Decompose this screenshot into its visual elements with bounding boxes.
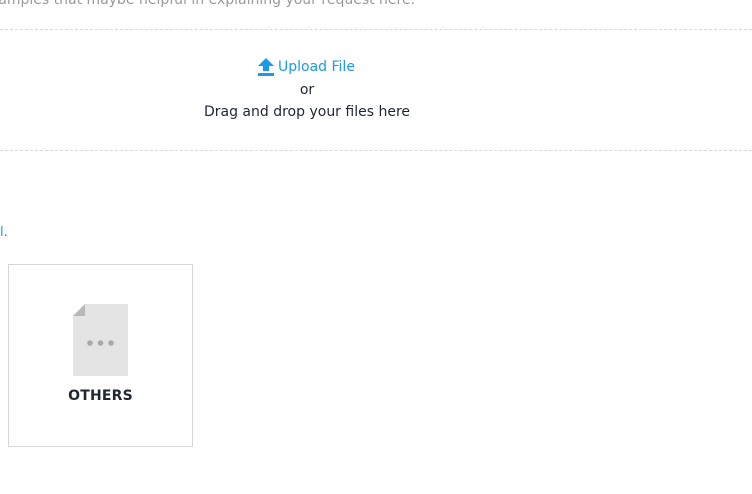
drag-drop-hint: Drag and drop your files here bbox=[203, 104, 411, 120]
file-type-card-others[interactable]: OTHERS bbox=[8, 264, 193, 447]
upload-section: xamples that maybe helpful in explaining… bbox=[0, 0, 752, 494]
instructions-text: xamples that maybe helpful in explaining… bbox=[0, 0, 416, 8]
file-dots-icon bbox=[73, 304, 128, 376]
file-dropzone[interactable]: Upload File or Drag and drop your files … bbox=[0, 29, 752, 151]
upload-arrow-icon bbox=[258, 58, 274, 76]
upload-file-label[interactable]: Upload File bbox=[278, 59, 355, 75]
link-fragment[interactable]: l. bbox=[0, 225, 8, 240]
or-separator: or bbox=[299, 82, 315, 98]
upload-file-button[interactable]: Upload File bbox=[258, 58, 355, 76]
file-type-label: OTHERS bbox=[68, 388, 133, 404]
